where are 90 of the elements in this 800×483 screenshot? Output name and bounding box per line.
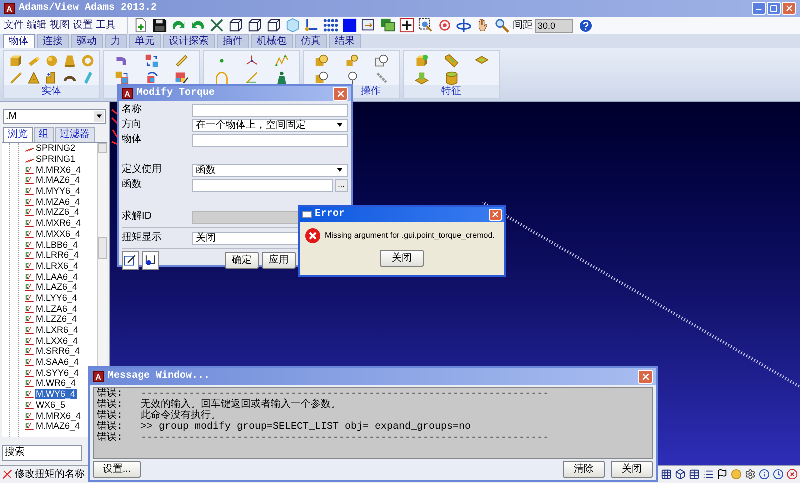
tree-item[interactable]: M.LAA6_4 — [35, 272, 80, 282]
tree-item[interactable]: M.LXR6_4 — [35, 325, 80, 336]
close-window-button[interactable]: 关闭 — [611, 461, 653, 478]
ribbon-group-label: 特征 — [442, 86, 462, 98]
dropdown-value: 在一个物体上，空间固定 — [196, 120, 306, 130]
log-prefix: 错误: — [97, 400, 124, 411]
field-label: 名称 — [122, 104, 143, 116]
filter-dropdown[interactable]: .M — [3, 109, 106, 124]
dialog-title: Error — [315, 208, 346, 222]
ribbon-tab[interactable]: 驱动 — [71, 34, 103, 48]
dropdown-value: .M — [6, 110, 18, 122]
tree-item[interactable]: M.MXX6_4 — [35, 228, 82, 239]
tree-item[interactable]: M.SRR6_4 — [35, 346, 82, 356]
log-prefix: 错误: — [97, 389, 124, 400]
spacing-input[interactable]: 30.0 — [535, 18, 573, 32]
ribbon-tab[interactable]: 单元 — [129, 34, 161, 48]
dropdown-value: 函数 — [196, 164, 216, 176]
ribbon-tab[interactable]: 力 — [105, 34, 127, 48]
tree-item[interactable]: M.LRR6_4 — [35, 250, 80, 260]
app-logo: A — [93, 371, 104, 382]
field-label: 函数 — [122, 179, 143, 191]
ribbon-tab[interactable]: 设计探索 — [163, 34, 215, 48]
log-prefix: 错误: — [97, 411, 124, 422]
tree-item[interactable]: M.MRX6_4 — [35, 164, 82, 175]
ribbon-tab[interactable]: 结果 — [329, 34, 361, 48]
menu-item[interactable]: 设置 — [73, 20, 93, 32]
log-line: -------------------------------------------------------------------- — [141, 433, 550, 444]
ribbon-tab[interactable]: 仿真 — [295, 34, 327, 48]
close-dialog-button[interactable]: 关闭 — [380, 250, 424, 267]
tree-item[interactable]: M.LXX6_4 — [35, 336, 80, 346]
ribbon-tab[interactable]: 机械包 — [251, 34, 293, 48]
dialog-title: Modify Torque — [137, 86, 216, 101]
tree-item[interactable]: M.LZZ6_4 — [35, 314, 78, 324]
browser-tab[interactable]: 浏览 — [3, 127, 33, 142]
tree-item[interactable]: M.LZA6_4 — [35, 304, 79, 314]
field-label: 扭矩显示 — [122, 232, 163, 244]
log-line: 无效的输入。回车键返回或者输入一个参数。 — [141, 400, 341, 411]
dropdown-field[interactable]: 在一个物体上，空间固定 — [192, 118, 348, 132]
field-label: 求解ID — [122, 211, 153, 223]
tree-item[interactable]: M.LYY6_4 — [35, 292, 78, 303]
browser-tab[interactable]: 组 — [34, 127, 54, 142]
tree-item[interactable]: M.SYY6_4 — [35, 368, 80, 378]
menu-item[interactable]: 工具 — [96, 20, 116, 32]
field-label: 方向 — [122, 119, 143, 131]
ribbon-tab[interactable]: 插件 — [217, 34, 249, 48]
tree-item[interactable]: SPRING2 — [35, 143, 77, 154]
tree-item[interactable]: M.LRX6_4 — [35, 260, 80, 271]
tree-item[interactable]: M.MZA6_4 — [35, 196, 82, 207]
tree-item[interactable]: M.MXR6_4 — [35, 218, 82, 228]
spacing-label: 间距 — [513, 19, 533, 33]
settings-button[interactable]: 设置... — [93, 461, 141, 478]
menu-item[interactable]: 文件 — [4, 20, 24, 32]
status-text: 修改扭矩的名称 — [15, 468, 85, 480]
tree-item[interactable]: SPRING1 — [35, 154, 77, 164]
tree-item[interactable]: M.SAA6_4 — [35, 357, 80, 368]
log-prefix: 错误: — [97, 433, 124, 444]
browse-button[interactable]: ... — [335, 178, 348, 192]
ribbon-tab[interactable]: 物体 — [3, 34, 35, 48]
tree-item[interactable]: M.WR6_4 — [35, 378, 78, 388]
app-logo: A — [122, 88, 133, 99]
app-logo: A — [4, 3, 15, 14]
dialog-button[interactable]: 确定 — [225, 252, 259, 269]
tree-item[interactable]: M.MAZ6_4 — [35, 175, 82, 186]
window-title: Adams/View Adams 2013.2 — [19, 2, 158, 16]
tree-item[interactable]: M.WY6_4 — [35, 389, 77, 400]
menu-item[interactable]: 视图 — [50, 20, 70, 32]
ribbon-group-label: 操作 — [361, 86, 381, 98]
dropdown-value: 关闭 — [196, 232, 216, 244]
ribbon-group-label: 实体 — [42, 86, 62, 98]
field-label: 定义使用 — [122, 164, 163, 176]
tree-item[interactable]: M.LAZ6_4 — [35, 282, 79, 292]
browser-tab[interactable]: 过滤器 — [55, 127, 95, 142]
dialog-title: Message Window... — [108, 370, 210, 384]
field-label: 物体 — [122, 134, 143, 146]
tree-item[interactable]: M.MYY6_4 — [35, 186, 82, 196]
log-line: >> group modify group=SELECT_LIST obj= expand_groups=no — [141, 422, 472, 433]
ribbon-tab[interactable]: 连接 — [37, 34, 69, 48]
log-line: -------------------------------------------------------------------- — [141, 389, 550, 400]
clear-button[interactable]: 清除 — [563, 461, 605, 478]
tree-item[interactable]: WX6_5 — [35, 400, 67, 410]
tree-item[interactable]: M.LBB6_4 — [35, 240, 80, 250]
tree-item[interactable]: M.MAZ6_4 — [35, 421, 82, 432]
dialog-button[interactable]: 应用 — [262, 252, 296, 269]
log-line: 此命令没有执行。 — [141, 411, 221, 422]
dropdown-field[interactable]: 函数 — [192, 164, 348, 176]
log-prefix: 错误: — [97, 422, 124, 433]
tree-item[interactable]: M.MRX6_4 — [35, 410, 82, 421]
search-field[interactable]: 搜索 — [2, 444, 82, 460]
menu-item[interactable]: 编辑 — [27, 20, 47, 32]
tree-item[interactable]: M.MZZ6_4 — [35, 207, 81, 218]
